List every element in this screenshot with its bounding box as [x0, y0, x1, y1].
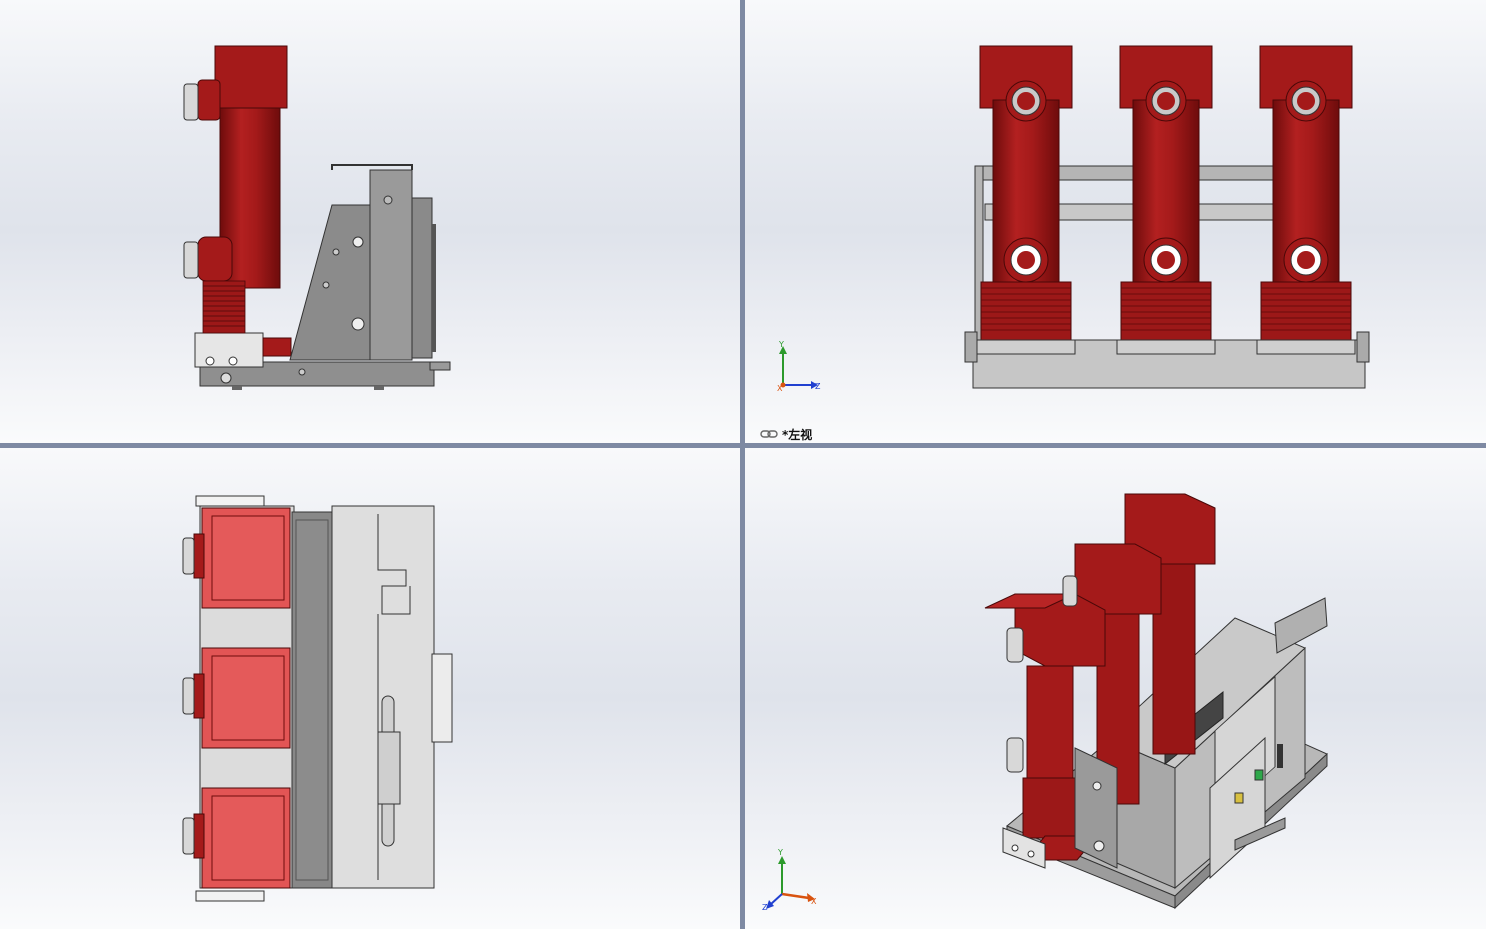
pole-group	[976, 45, 1356, 355]
viewport-top[interactable]	[0, 448, 740, 929]
axis-z-label: Z	[815, 382, 821, 391]
front-view-drawing	[183, 45, 451, 390]
axis-triad-icon-iso: Y X Z	[762, 848, 817, 912]
iso-axis-y-label: Y	[777, 848, 783, 857]
link-icon	[760, 430, 778, 438]
viewport-front[interactable]	[0, 0, 740, 443]
left-view-drawing: Y Z X	[777, 45, 1370, 393]
axis-triad-icon: Y Z X	[777, 340, 821, 393]
active-view-label[interactable]: *左视	[760, 426, 812, 442]
isometric-view-drawing: Y X Z	[762, 493, 1328, 912]
iso-axis-z-label: Z	[762, 903, 768, 912]
axis-y-label: Y	[778, 340, 784, 349]
top-view-drawing	[182, 495, 453, 902]
viewport-isometric[interactable]: Y X Z	[745, 448, 1486, 929]
axis-x-label: X	[777, 384, 783, 393]
iso-axis-x-label: X	[811, 897, 817, 906]
viewport-left[interactable]: Y Z X	[745, 0, 1486, 443]
active-view-name: *左视	[782, 427, 813, 442]
